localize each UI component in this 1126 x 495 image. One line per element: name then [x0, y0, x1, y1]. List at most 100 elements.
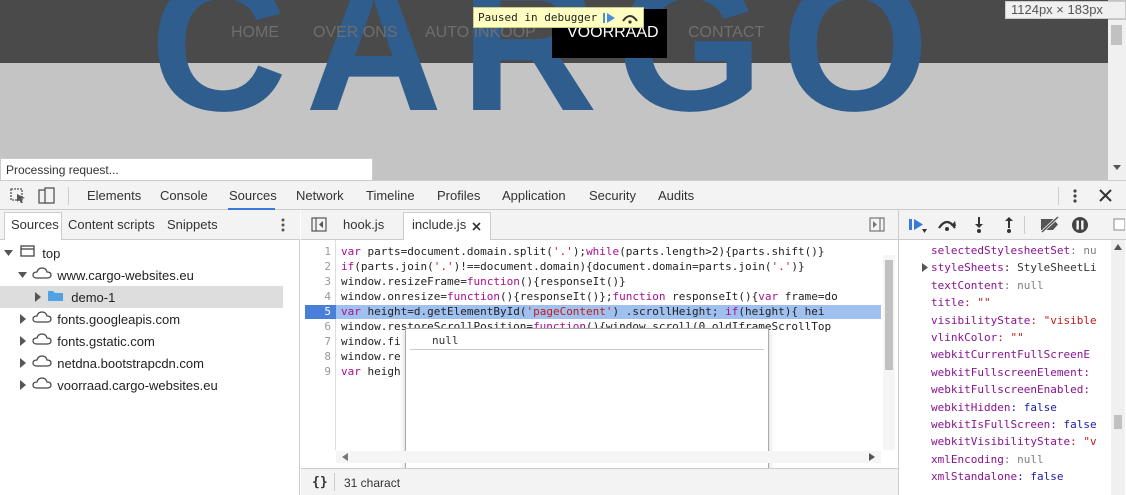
editor-tab-hook-js[interactable]: hook.js	[343, 217, 384, 232]
scope-scrollbar-thumb[interactable]	[1114, 415, 1122, 429]
line-number[interactable]: 6	[324, 320, 331, 333]
line-number[interactable]: 9	[324, 365, 331, 378]
tree-item-host[interactable]: fonts.gstatic.com	[18, 333, 155, 349]
device-toolbar-icon[interactable]	[38, 187, 56, 208]
code-token: (height){ hei	[738, 305, 825, 318]
scope-property[interactable]: xmlStandalone: false	[931, 470, 1063, 483]
nav-link-contact[interactable]: CONTACT	[688, 24, 764, 42]
tab-console[interactable]: Console	[160, 188, 208, 203]
code-line[interactable]: window.onresize=function(){responseIt()}…	[341, 290, 881, 305]
tab-timeline[interactable]: Timeline	[366, 188, 415, 203]
scope-property[interactable]: textContent: null	[931, 279, 1044, 292]
code-line[interactable]: var parts=document.domain.split('.');whi…	[341, 245, 881, 260]
tab-application[interactable]: Application	[502, 188, 566, 203]
code-line[interactable]: window.resizeFrame=function(){responseIt…	[341, 275, 881, 290]
scope-property[interactable]: webkitCurrentFullScreenE	[931, 348, 1090, 361]
navigator-tab-content-scripts[interactable]: Content scripts	[68, 217, 155, 232]
expanded-arrow-icon[interactable]	[18, 270, 28, 280]
nav-link-home[interactable]: HOME	[231, 24, 279, 42]
devtools-tabbar: Elements Console Sources Network Timelin…	[0, 180, 1126, 210]
scroll-up-arrow-icon[interactable]	[1114, 244, 1122, 250]
toggle-debugger-icon[interactable]	[869, 217, 885, 235]
scope-property[interactable]: webkitVisibilityState: "v	[931, 435, 1097, 448]
line-number[interactable]: 1	[324, 245, 331, 258]
nav-link-over-ons[interactable]: OVER ONS	[313, 24, 397, 42]
property-value: : ""	[997, 331, 1024, 344]
collapsed-arrow-icon[interactable]	[18, 314, 28, 324]
line-number[interactable]: 2	[324, 260, 331, 273]
async-checkbox[interactable]	[1113, 218, 1126, 234]
tree-item-host[interactable]: netdna.bootstrapcdn.com	[18, 355, 204, 371]
page-scrollbar-thumb[interactable]	[1111, 25, 1122, 45]
code-token: frame=do	[778, 290, 838, 303]
code-line[interactable]: var height=d.getElementById('pageContent…	[341, 305, 881, 320]
close-devtools-icon[interactable]	[1099, 189, 1112, 205]
line-number-current[interactable]: 5	[324, 305, 331, 318]
editor-scrollbar-thumb[interactable]	[885, 260, 893, 370]
page-scrollbar[interactable]	[1108, 20, 1126, 180]
step-into-icon[interactable]	[973, 216, 985, 237]
scope-property[interactable]: xmlEncoding: null	[931, 453, 1044, 466]
tree-item-host[interactable]: voorraad.cargo-websites.eu	[18, 377, 218, 393]
scroll-right-arrow-icon[interactable]	[869, 453, 875, 461]
resume-icon[interactable]	[602, 12, 616, 24]
tab-security[interactable]: Security	[589, 188, 636, 203]
navigator-tab-snippets[interactable]: Snippets	[167, 217, 218, 232]
scope-property[interactable]: title: ""	[931, 296, 991, 309]
property-value: : false	[1017, 470, 1064, 484]
more-options-icon[interactable]	[1072, 188, 1078, 207]
tree-item-domain[interactable]: www.cargo-websites.eu	[18, 267, 194, 283]
collapsed-arrow-icon[interactable]	[18, 336, 28, 346]
scope-property[interactable]: selectedStylesheetSet: nu	[931, 244, 1097, 257]
scope-property[interactable]: visibilityState: "visible	[931, 314, 1097, 327]
collapsed-arrow-icon[interactable]	[33, 292, 43, 302]
tree-item-top[interactable]: top	[4, 245, 60, 261]
scope-property[interactable]: styleSheets: StyleSheetLi	[922, 261, 1097, 274]
expanded-arrow-icon[interactable]	[4, 248, 14, 258]
scope-scrollbar[interactable]	[1111, 240, 1125, 495]
editor-vertical-scrollbar[interactable]	[883, 255, 895, 450]
scroll-left-arrow-icon[interactable]	[342, 453, 348, 461]
autocomplete-item[interactable]: null	[410, 332, 764, 350]
scope-property[interactable]: vlinkColor: ""	[931, 331, 1024, 344]
scope-property[interactable]: webkitHidden: false	[931, 401, 1057, 414]
pretty-print-icon[interactable]: {}	[312, 475, 328, 490]
tab-profiles[interactable]: Profiles	[437, 188, 480, 203]
collapsed-arrow-icon[interactable]	[18, 358, 28, 368]
pause-on-exceptions-icon[interactable]	[1071, 216, 1089, 237]
toggle-navigator-icon[interactable]	[311, 217, 327, 235]
inspect-element-icon[interactable]	[10, 188, 26, 207]
tab-sources[interactable]: Sources	[229, 188, 277, 203]
property-key: webkitIsFullScreen	[931, 418, 1051, 431]
line-number[interactable]: 4	[324, 290, 331, 303]
scroll-down-arrow-icon[interactable]	[1113, 165, 1121, 171]
step-out-icon[interactable]	[1003, 216, 1015, 237]
step-over-icon[interactable]	[937, 218, 957, 235]
collapsed-arrow-icon[interactable]	[18, 380, 28, 390]
line-number[interactable]: 3	[324, 275, 331, 288]
editor-tab-include-js[interactable]: include.js	[412, 217, 466, 232]
scope-property[interactable]: webkitFullscreenElement:	[931, 366, 1090, 379]
step-over-icon[interactable]	[621, 12, 639, 24]
line-number[interactable]: 8	[324, 350, 331, 363]
property-value: : null	[1003, 278, 1044, 292]
resume-icon[interactable]	[908, 217, 928, 237]
tab-network[interactable]: Network	[296, 188, 344, 203]
cloud-icon	[32, 333, 52, 345]
editor-horizontal-scrollbar[interactable]	[336, 451, 881, 463]
tab-elements[interactable]: Elements	[87, 188, 141, 203]
deactivate-breakpoints-icon[interactable]	[1039, 215, 1061, 236]
navigator-menu-icon[interactable]	[280, 217, 286, 236]
debugger-sidebar: selectedStylesheetSet: nu styleSheets: St…	[898, 210, 1126, 495]
tree-item-host[interactable]: fonts.googleapis.com	[18, 311, 180, 327]
tree-item-folder[interactable]: demo-1	[33, 289, 115, 305]
code-line[interactable]: if(parts.join('.')!==document.domain){do…	[341, 260, 881, 275]
tab-audits[interactable]: Audits	[658, 188, 694, 203]
navigator-tab-sources[interactable]: Sources	[11, 217, 59, 232]
scope-property[interactable]: webkitFullscreenEnabled:	[931, 383, 1090, 396]
property-key: webkitCurrentFullScreenE	[931, 348, 1090, 362]
scope-property[interactable]: webkitIsFullScreen: false	[931, 418, 1097, 431]
line-number[interactable]: 7	[324, 335, 331, 348]
close-tab-icon[interactable]	[472, 220, 481, 234]
collapsed-arrow-icon[interactable]	[921, 263, 929, 273]
